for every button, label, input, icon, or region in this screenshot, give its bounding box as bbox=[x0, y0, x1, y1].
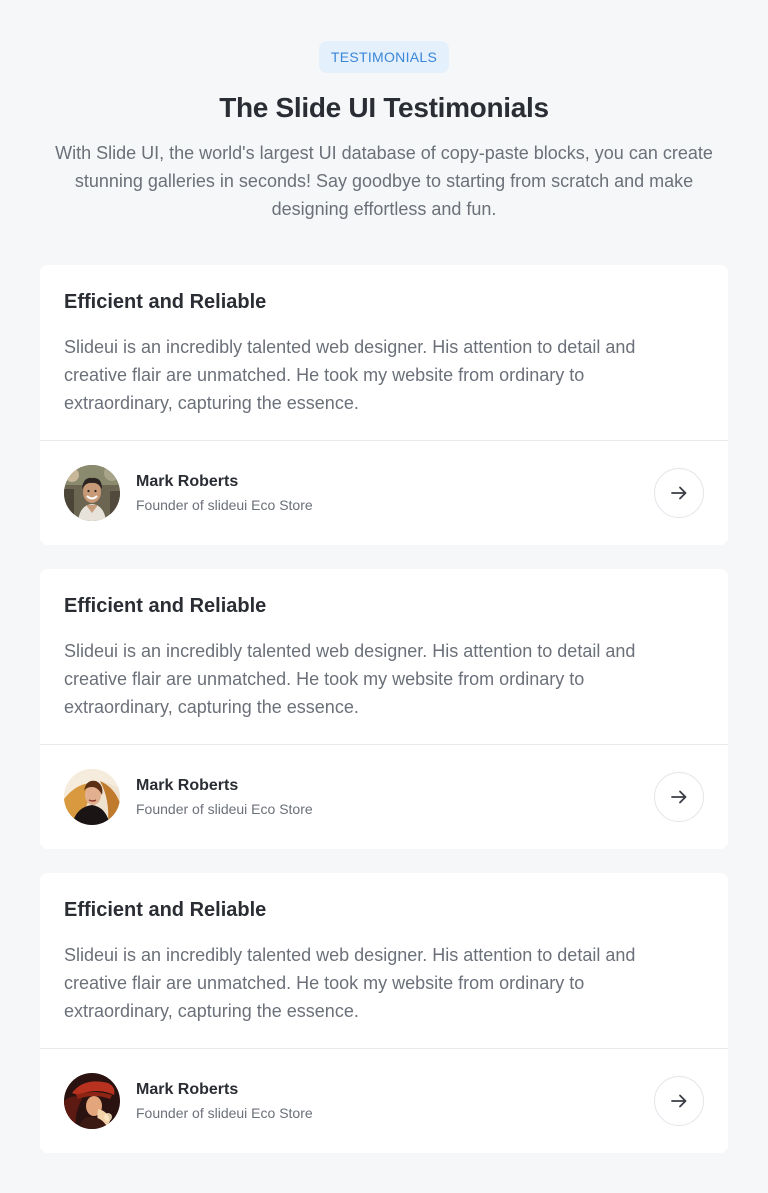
testimonial-card: Efficient and Reliable Slideui is an inc… bbox=[40, 873, 728, 1153]
section-badge: TESTIMONIALS bbox=[318, 41, 450, 73]
testimonial-body: Efficient and Reliable Slideui is an inc… bbox=[40, 873, 728, 1049]
testimonial-text: Slideui is an incredibly talented web de… bbox=[64, 641, 636, 717]
testimonial-title: Efficient and Reliable bbox=[64, 899, 267, 921]
testimonial-title: Efficient and Reliable bbox=[64, 291, 267, 313]
section-header: TESTIMONIALS The Slide UI Testimonials W… bbox=[0, 41, 768, 223]
testimonial-card: Efficient and Reliable Slideui is an inc… bbox=[40, 569, 728, 849]
testimonial-text: Slideui is an incredibly talented web de… bbox=[64, 945, 636, 1021]
arrow-right-icon bbox=[671, 486, 687, 500]
next-arrow-button[interactable] bbox=[654, 468, 704, 518]
author-role: Founder of slideui Eco Store bbox=[136, 801, 313, 817]
arrow-right-icon bbox=[671, 790, 687, 804]
testimonial-text: Slideui is an incredibly talented web de… bbox=[64, 337, 636, 413]
author-name: Mark Roberts bbox=[136, 777, 239, 794]
testimonial-body: Efficient and Reliable Slideui is an inc… bbox=[40, 265, 728, 441]
author-name: Mark Roberts bbox=[136, 473, 239, 490]
author-role: Founder of slideui Eco Store bbox=[136, 1105, 313, 1121]
author-name: Mark Roberts bbox=[136, 1081, 239, 1098]
next-arrow-button[interactable] bbox=[654, 1076, 704, 1126]
testimonial-title: Efficient and Reliable bbox=[64, 595, 267, 617]
author-info: Mark Roberts Founder of slideui Eco Stor… bbox=[136, 776, 313, 818]
author-info: Mark Roberts Founder of slideui Eco Stor… bbox=[136, 472, 313, 514]
testimonial-footer: Mark Roberts Founder of slideui Eco Stor… bbox=[40, 441, 728, 545]
testimonial-card: Efficient and Reliable Slideui is an inc… bbox=[40, 265, 728, 545]
avatar bbox=[64, 465, 120, 521]
testimonial-footer: Mark Roberts Founder of slideui Eco Stor… bbox=[40, 745, 728, 849]
author-info: Mark Roberts Founder of slideui Eco Stor… bbox=[136, 1080, 313, 1122]
testimonials-page: TESTIMONIALS The Slide UI Testimonials W… bbox=[0, 0, 768, 1193]
testimonial-body: Efficient and Reliable Slideui is an inc… bbox=[40, 569, 728, 745]
avatar bbox=[64, 1073, 120, 1129]
section-subtitle: With Slide UI, the world's largest UI da… bbox=[55, 143, 713, 219]
arrow-right-icon bbox=[671, 1094, 687, 1108]
avatar bbox=[64, 769, 120, 825]
testimonial-footer: Mark Roberts Founder of slideui Eco Stor… bbox=[40, 1049, 728, 1153]
author-role: Founder of slideui Eco Store bbox=[136, 497, 313, 513]
section-title: The Slide UI Testimonials bbox=[219, 92, 549, 123]
next-arrow-button[interactable] bbox=[654, 772, 704, 822]
